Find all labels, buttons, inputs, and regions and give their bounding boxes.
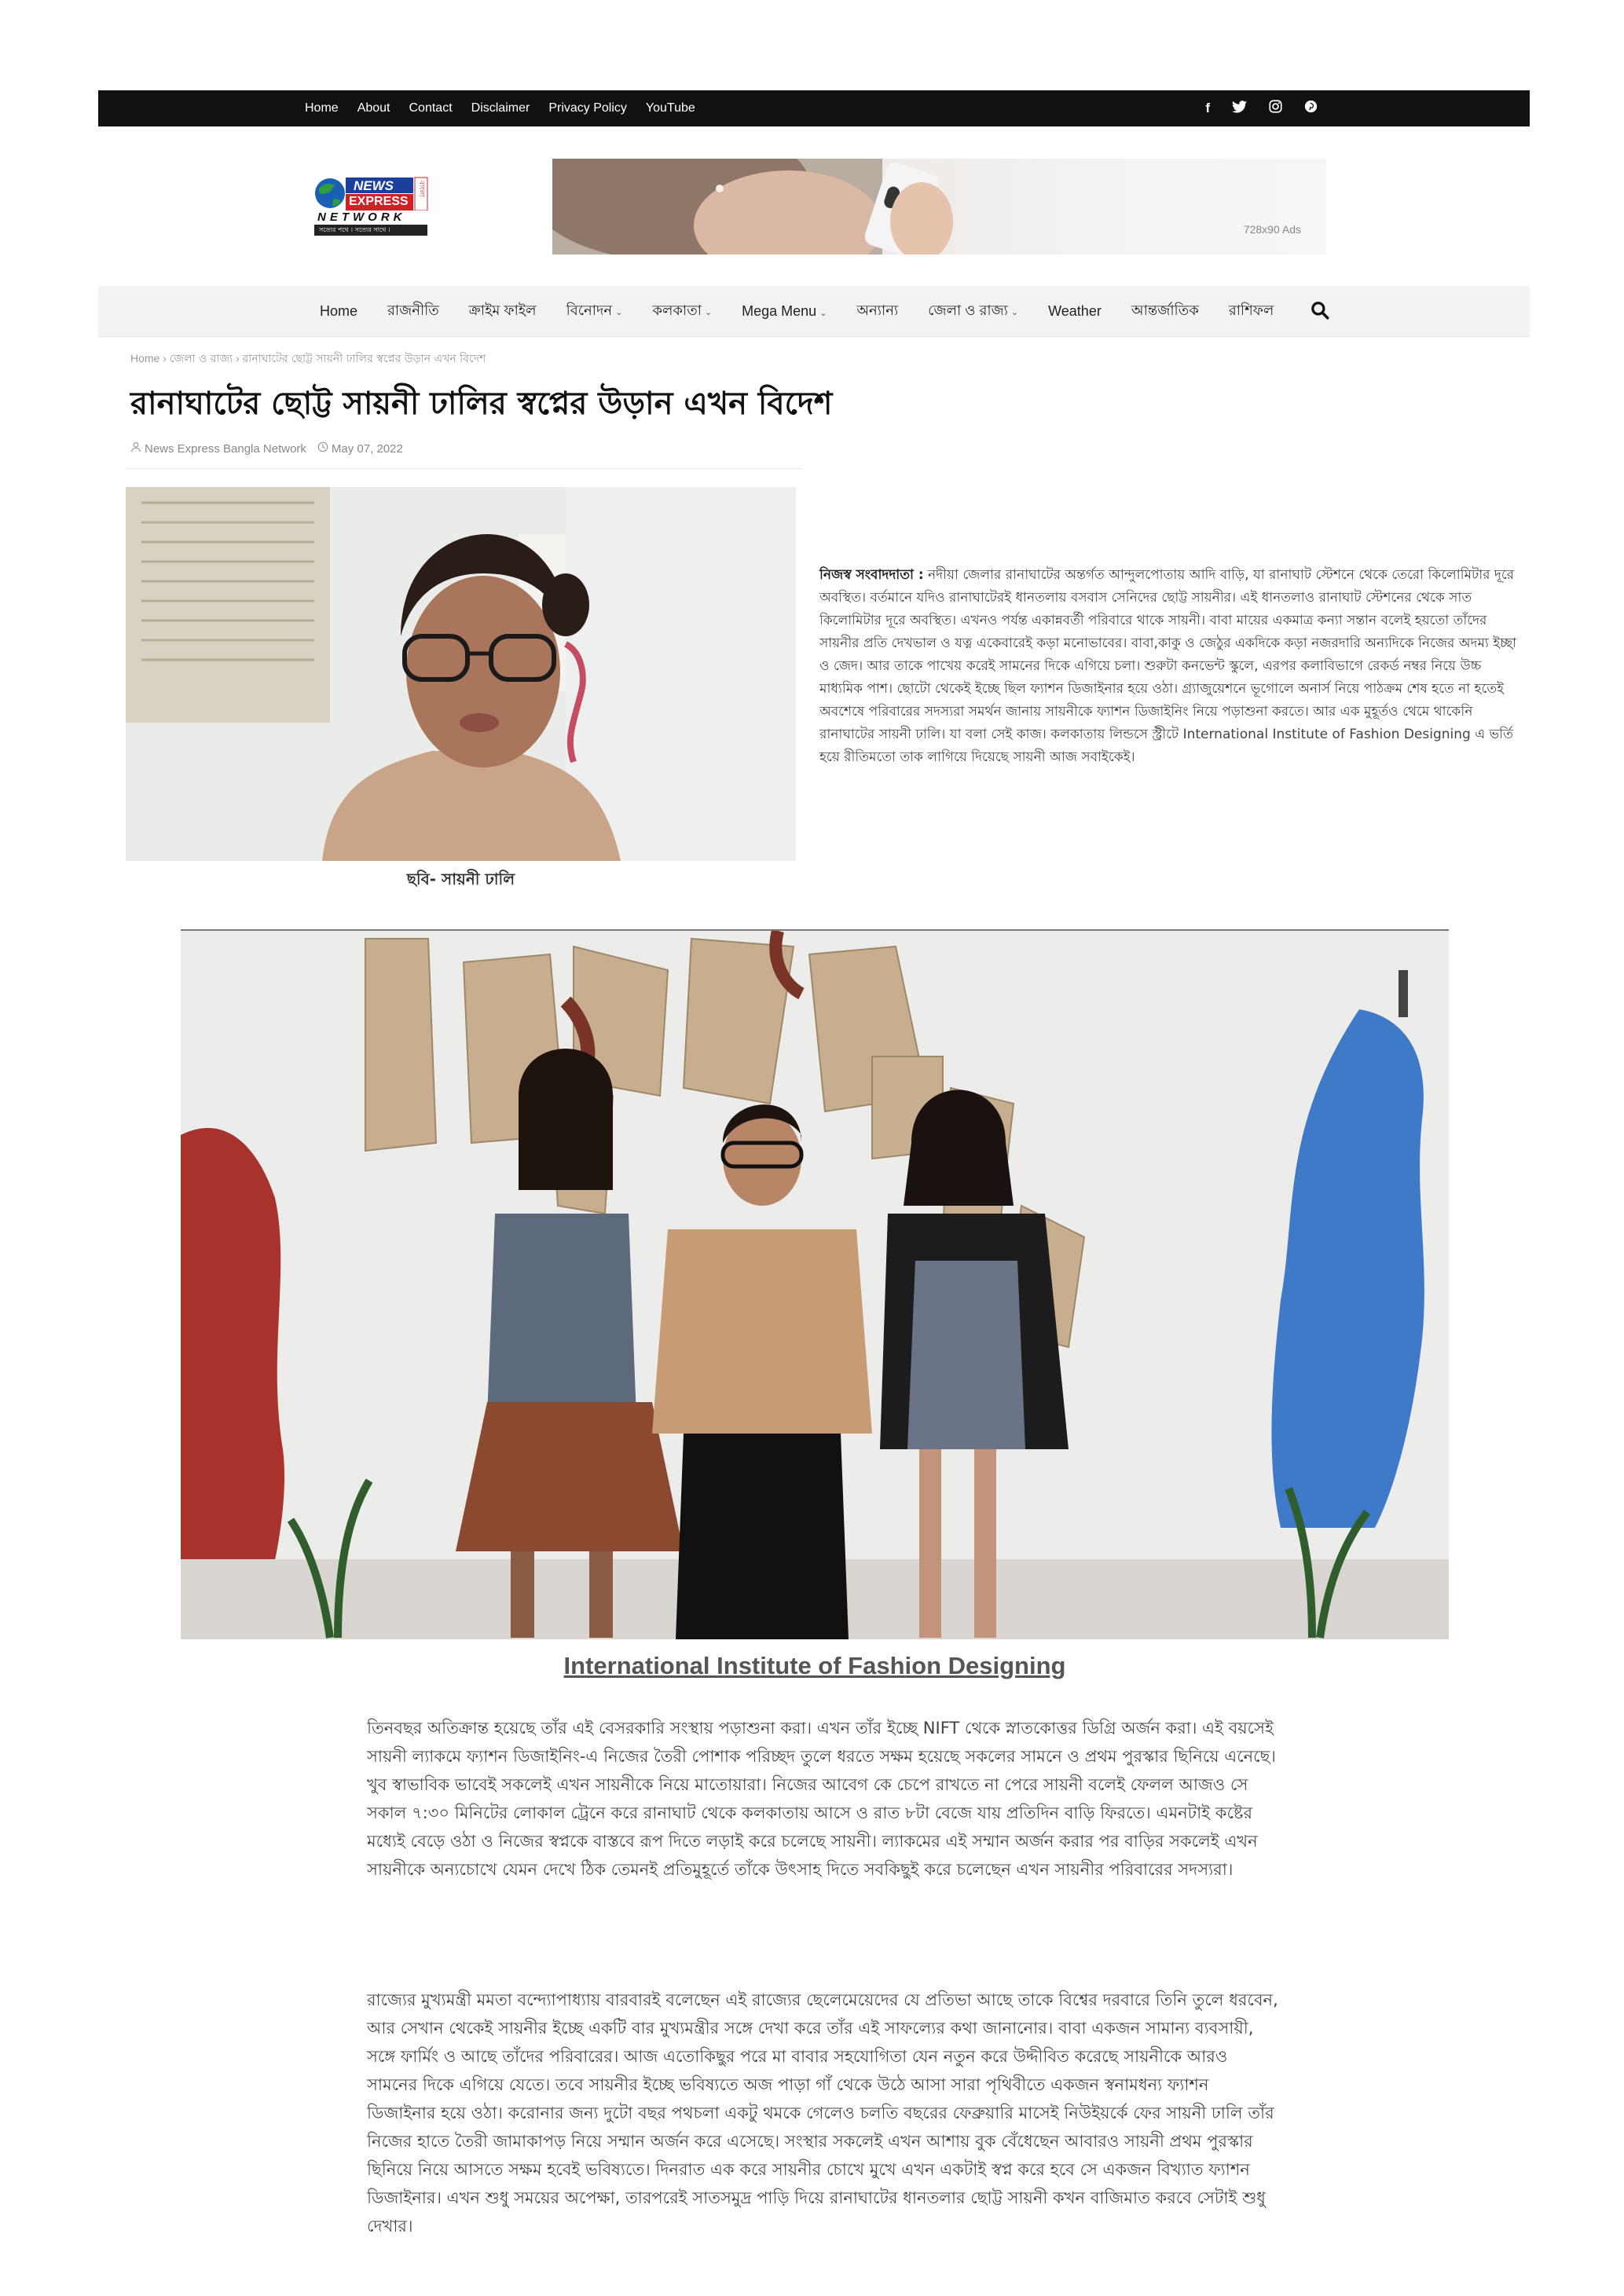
top-nav-privacy[interactable]: Privacy Policy xyxy=(548,101,627,115)
top-bar: Home About Contact Disclaimer Privacy Po… xyxy=(98,90,1530,126)
paragraph-text: নদীয়া জেলার রানাঘাটের অন্তর্গত আন্দুলপো… xyxy=(819,567,1517,765)
breadcrumb: Home › জেলা ও রাজ্য › রানাঘাটের ছোট্ট সা… xyxy=(130,350,486,368)
article-paragraph-2: তিনবছর অতিক্রান্ত হয়েছে তাঁর এই বেসরকার… xyxy=(367,1719,1276,1879)
breadcrumb-home[interactable]: Home xyxy=(130,352,159,364)
top-nav-contact[interactable]: Contact xyxy=(409,101,453,115)
article-paragraph-3: রাজ্যের মুখ্যমন্ত্রী মমতা বন্দ্যোপাধ্যায… xyxy=(367,1990,1278,2236)
breadcrumb-current: রানাঘাটের ছোট্ট সায়নী ঢালির স্বপ্নের উড… xyxy=(242,353,486,365)
twitter-icon[interactable] xyxy=(1232,100,1247,117)
divider xyxy=(126,468,801,469)
chevron-down-icon: ⌄ xyxy=(819,308,827,318)
chevron-down-icon: ⌄ xyxy=(704,307,713,317)
top-nav-youtube[interactable]: YouTube xyxy=(646,101,695,115)
top-nav-disclaimer[interactable]: Disclaimer xyxy=(471,101,530,115)
nav-item-kolkata[interactable]: কলকাতা ⌄ xyxy=(637,299,727,324)
logo-tagline: সত্যের পথে । সত্যের সাথে । xyxy=(319,226,390,233)
nav-item-district[interactable]: জেলা ও রাজ্য ⌄ xyxy=(913,299,1033,324)
nav-item-crime[interactable]: ক্রাইম ফাইল xyxy=(454,299,552,324)
social-links: f xyxy=(1205,90,1318,126)
instagram-icon[interactable] xyxy=(1269,100,1282,117)
post-meta: News Express Bangla Network May 07, 2022 xyxy=(130,441,403,456)
logo-news: NEWS xyxy=(354,178,394,193)
logo-network: NETWORK xyxy=(317,211,406,224)
chevron-down-icon: ⌄ xyxy=(615,307,623,317)
main-nav: Home রাজনীতি ক্রাইম ফাইল বিনোদন ⌄ কলকাতা ⌄… xyxy=(98,286,1530,337)
nav-item-others[interactable]: অন্যান্য xyxy=(841,299,913,324)
chevron-down-icon: ⌄ xyxy=(1010,307,1019,317)
breadcrumb-separator: › xyxy=(163,352,167,364)
nav-item-mega-menu[interactable]: Mega Menu ⌄ xyxy=(727,303,841,320)
user-icon xyxy=(130,441,141,456)
photo-caption-institute[interactable]: International Institute of Fashion Desig… xyxy=(181,1652,1449,1680)
facebook-icon[interactable]: f xyxy=(1205,101,1210,116)
byline-lead: নিজস্ব সংবাদদাতা : xyxy=(819,567,924,583)
author-link[interactable]: News Express Bangla Network xyxy=(145,442,306,456)
article-paragraph-1: নিজস্ব সংবাদদাতা : নদীয়া জেলার রানাঘাটে… xyxy=(819,564,1527,769)
nav-item-entertainment[interactable]: বিনোদন ⌄ xyxy=(552,299,638,324)
clock-icon xyxy=(317,441,328,456)
ad-banner[interactable]: 728x90 Ads xyxy=(552,159,1326,255)
nav-item-international[interactable]: আন্তর্জাতিক xyxy=(1116,299,1214,324)
top-nav-home[interactable]: Home xyxy=(305,101,339,115)
top-nav: Home About Contact Disclaimer Privacy Po… xyxy=(305,90,695,126)
page-title: রানাঘাটের ছোট্ট সায়নী ঢালির স্বপ্নের উড… xyxy=(130,386,833,422)
pinterest-icon[interactable] xyxy=(1304,100,1318,117)
top-nav-about[interactable]: About xyxy=(357,101,390,115)
site-logo[interactable]: NEWS EXPRESS বাংলা NETWORK সত্যের পথে । … xyxy=(313,176,429,237)
article-photo-group xyxy=(181,929,1449,1639)
article-photo-portrait xyxy=(126,487,796,861)
logo-express: EXPRESS xyxy=(349,195,409,208)
breadcrumb-separator: › xyxy=(235,352,240,364)
nav-item-weather[interactable]: Weather xyxy=(1033,303,1116,320)
search-icon[interactable] xyxy=(1310,300,1332,322)
breadcrumb-category[interactable]: জেলা ও রাজ্য xyxy=(170,353,233,365)
photo-caption: ছবি- সায়নী ঢালি xyxy=(406,870,515,888)
nav-item-politics[interactable]: রাজনীতি xyxy=(372,299,454,324)
ad-label: 728x90 Ads xyxy=(1243,223,1301,236)
nav-item-horoscope[interactable]: রাশিফল xyxy=(1214,299,1289,324)
logo-side: বাংলা xyxy=(417,181,425,197)
post-date: May 07, 2022 xyxy=(331,441,403,456)
nav-item-home[interactable]: Home xyxy=(305,303,372,320)
